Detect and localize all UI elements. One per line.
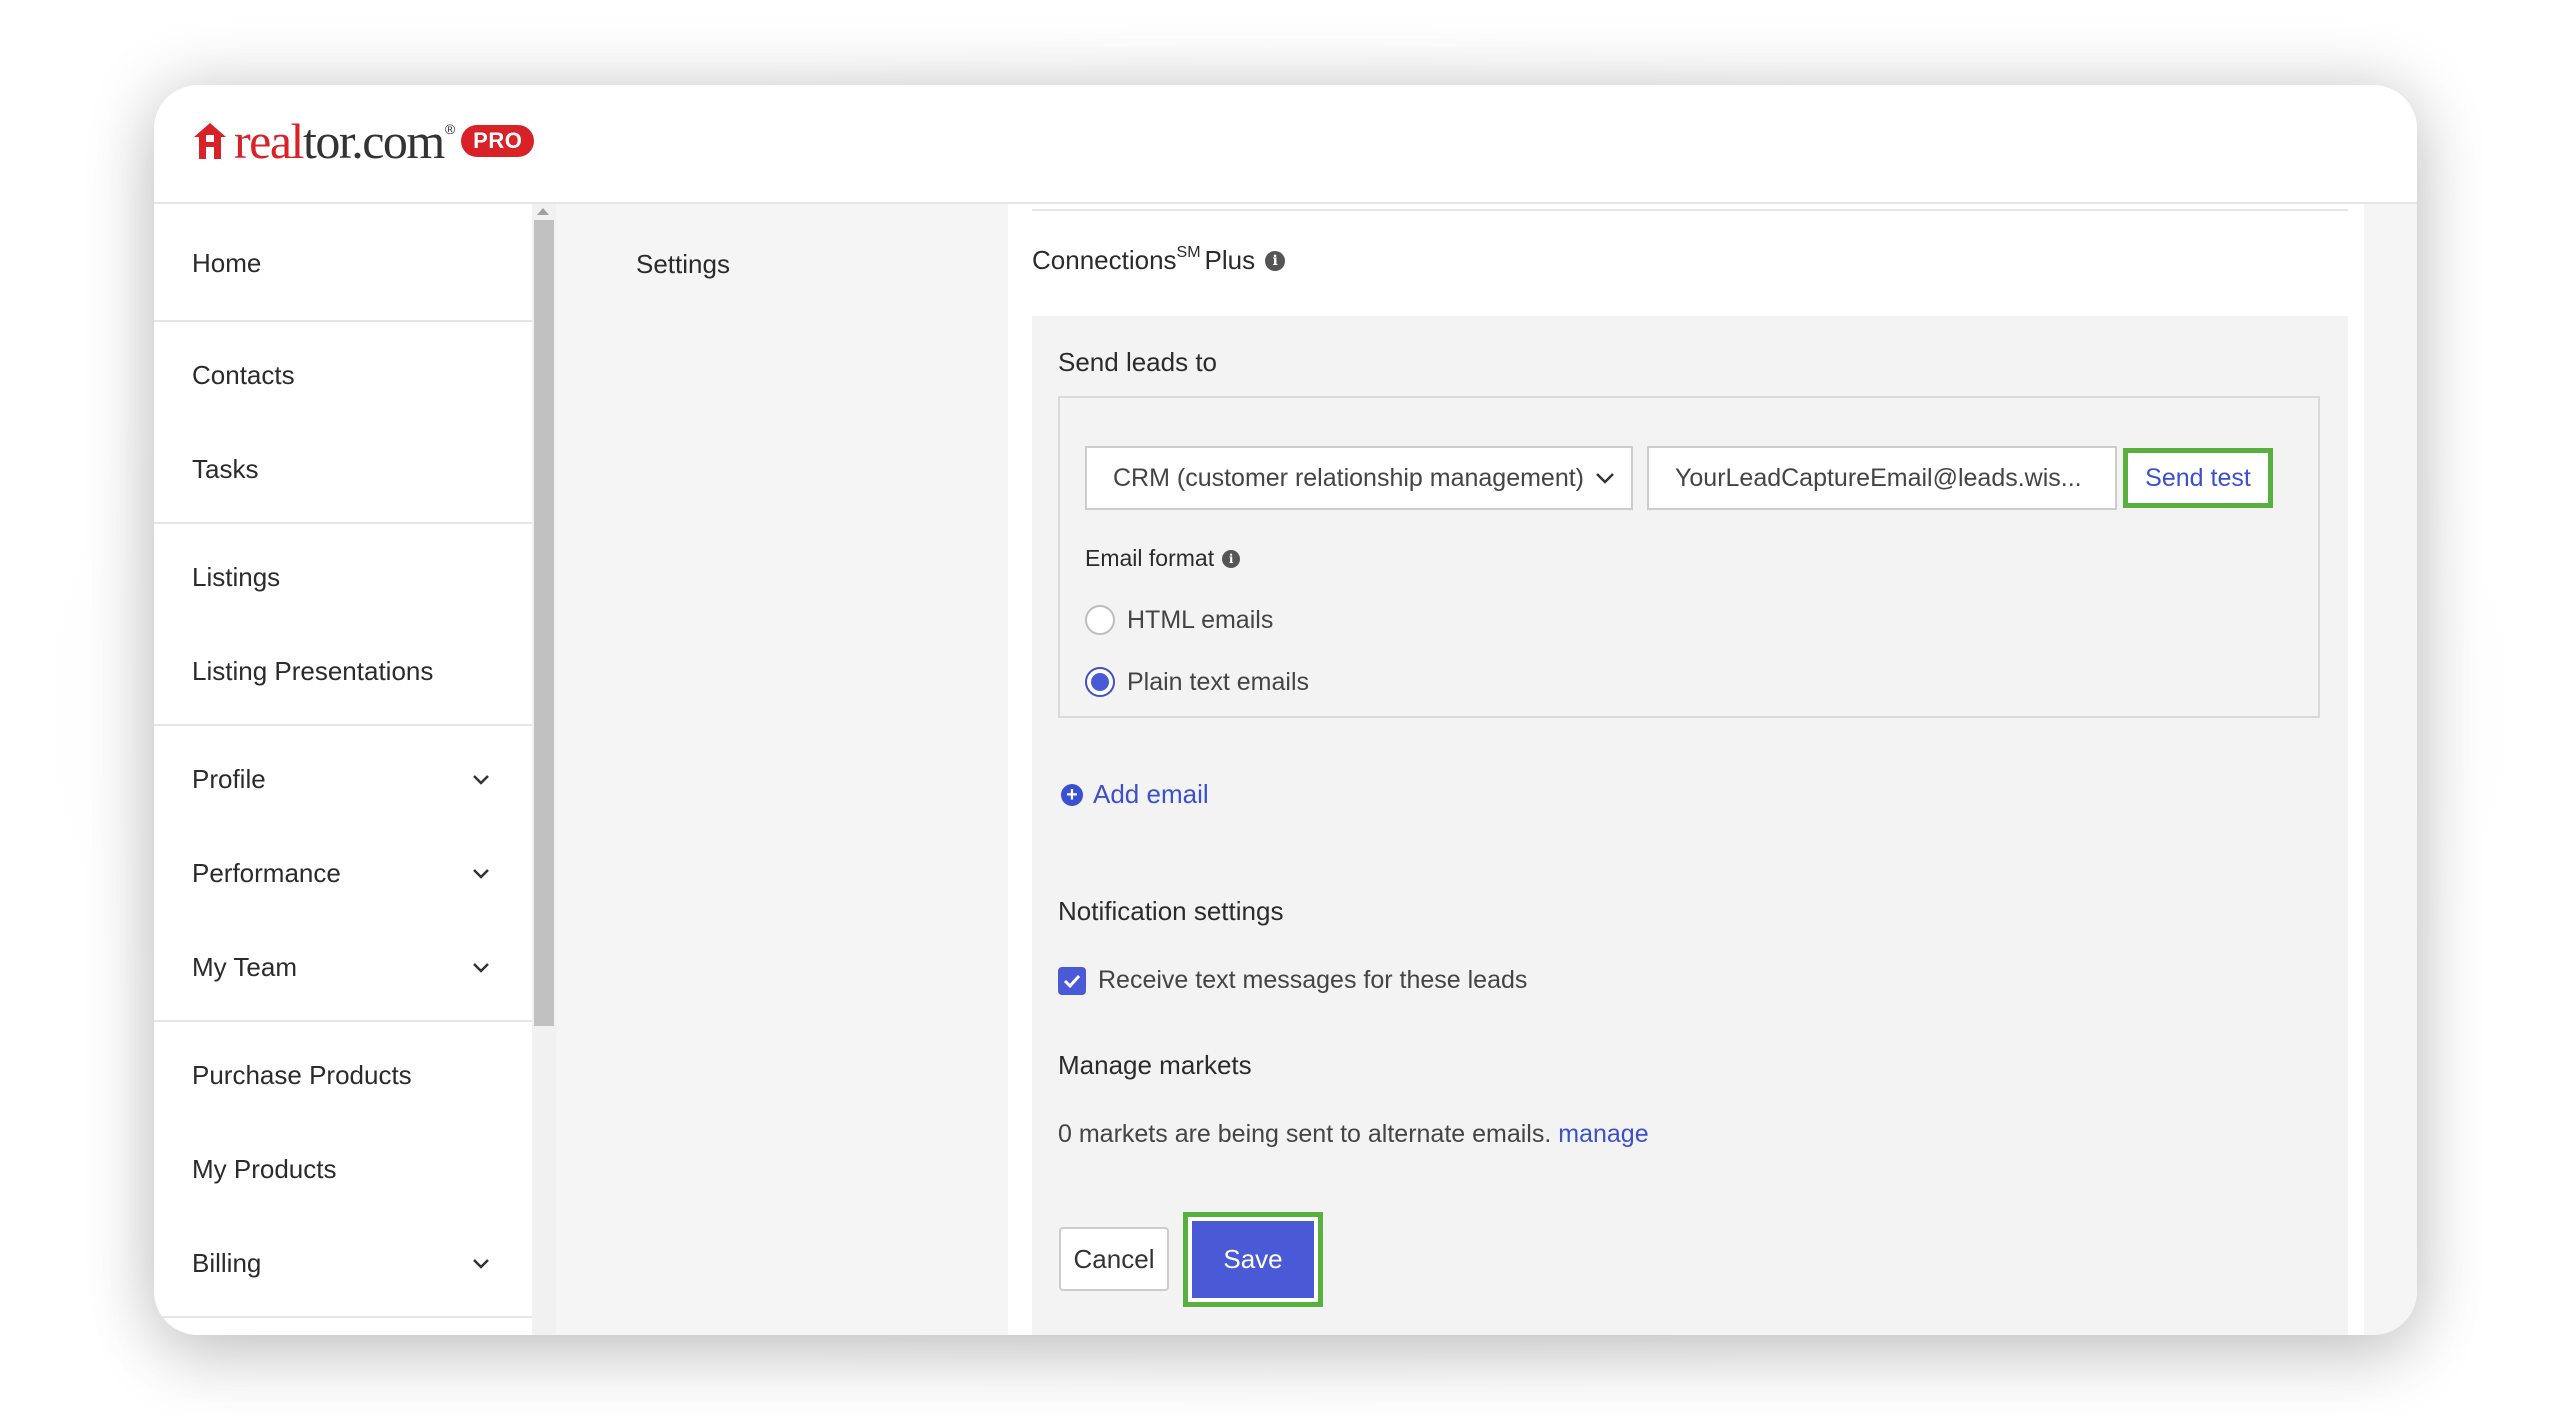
info-icon[interactable]: i xyxy=(1265,250,1286,271)
email-format-text: Email format xyxy=(1085,545,1215,571)
destination-select[interactable]: CRM (customer relationship management) xyxy=(1085,446,1633,510)
sms-checkbox-label: Receive text messages for these leads xyxy=(1098,966,1528,994)
content-clip: Settings Connections SM Plus i Send leads … xyxy=(154,85,2417,1335)
plain-text-emails-label: Plain text emails xyxy=(1127,667,1310,696)
add-email-link[interactable]: + Add email xyxy=(1061,779,1209,810)
manage-markets-link[interactable]: manage xyxy=(1558,1120,1648,1148)
send-leads-label: Send leads to xyxy=(1058,347,1218,377)
plain-text-emails-radio[interactable] xyxy=(1085,667,1115,697)
connections-title-suffix: Plus xyxy=(1204,245,1256,275)
plus-circle-icon: + xyxy=(1061,783,1083,806)
service-mark: SM xyxy=(1176,243,1201,261)
chevron-down-icon xyxy=(1596,473,1614,484)
plain-text-emails-option[interactable]: Plain text emails xyxy=(1085,667,1309,697)
sms-notification-option[interactable]: Receive text messages for these leads xyxy=(1058,966,1527,995)
cancel-button[interactable]: Cancel xyxy=(1059,1227,1169,1291)
sms-checkbox[interactable] xyxy=(1058,966,1086,995)
lead-email-input[interactable] xyxy=(1647,446,2117,510)
panel-divider xyxy=(1032,209,2348,211)
add-email-label: Add email xyxy=(1093,779,1209,809)
connections-title-text: Connections xyxy=(1032,245,1177,275)
manage-markets-heading: Manage markets xyxy=(1058,1050,1252,1080)
html-emails-radio[interactable] xyxy=(1085,605,1115,635)
markets-status-text: 0 markets are being sent to alternate em… xyxy=(1058,1120,1649,1149)
html-emails-option[interactable]: HTML emails xyxy=(1085,605,1273,635)
connections-plus-title: Connections SM Plus i xyxy=(1032,243,1286,276)
info-icon[interactable]: i xyxy=(1222,549,1241,568)
send-test-button[interactable]: Send test xyxy=(2123,448,2273,508)
markets-count-text: 0 markets are being sent to alternate em… xyxy=(1058,1120,1552,1148)
notification-settings-heading: Notification settings xyxy=(1058,896,1284,926)
email-format-label: Email format i xyxy=(1085,545,1241,572)
checkmark-icon xyxy=(1063,974,1081,988)
settings-heading: Settings xyxy=(636,249,730,279)
destination-select-value: CRM (customer relationship management) xyxy=(1113,463,1585,492)
html-emails-label: HTML emails xyxy=(1127,605,1274,634)
save-button[interactable]: Save xyxy=(1183,1212,1323,1307)
